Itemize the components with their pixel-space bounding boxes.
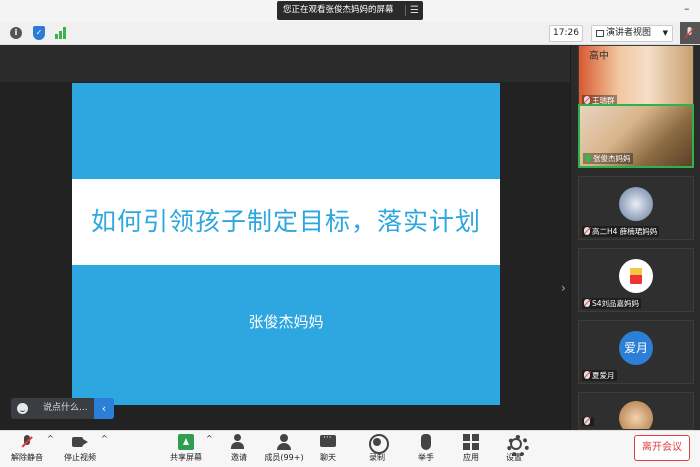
mic-muted-icon bbox=[584, 417, 590, 425]
mic-muted-icon bbox=[584, 371, 590, 379]
participant-name: 高二H4 薛楠珺妈妈 bbox=[582, 226, 660, 237]
chat-input[interactable]: 说点什么... bbox=[43, 398, 88, 419]
presentation-slide: 如何引领孩子制定目标，落实计划 张俊杰妈妈 bbox=[72, 83, 500, 405]
fries-avatar bbox=[619, 259, 653, 293]
participant-tile[interactable]: 高中 王瑞群 bbox=[578, 45, 694, 109]
mic-muted-icon bbox=[584, 227, 590, 235]
members-label: 成员(99+) bbox=[264, 453, 304, 462]
shared-screen-area: 如何引领孩子制定目标，落实计划 张俊杰妈妈 说点什么... ‹ › bbox=[0, 45, 570, 430]
participant-name: 张俊杰妈妈 bbox=[583, 153, 633, 164]
avatar: 爱月 bbox=[619, 331, 653, 365]
video-overlay-text: 高中 bbox=[589, 51, 609, 62]
meeting-info-row: i ✓ 17:26 演讲者视图 ▼ bbox=[0, 22, 700, 45]
apps-icon bbox=[463, 434, 479, 450]
slide-title-band: 如何引领孩子制定目标，落实计划 bbox=[72, 179, 500, 265]
leave-meeting-button[interactable]: 离开会议 bbox=[634, 435, 690, 461]
chevron-down-icon: ▼ bbox=[662, 29, 668, 37]
add-user-icon bbox=[231, 434, 247, 450]
participant-tile[interactable]: S4刘品嘉妈妈 bbox=[578, 248, 694, 312]
hand-icon bbox=[418, 434, 434, 450]
share-screen-icon bbox=[178, 434, 194, 450]
record-label: 录制 bbox=[369, 453, 385, 462]
participant-tile[interactable]: 爱月 夏爱月 bbox=[578, 320, 694, 384]
participant-name bbox=[582, 417, 594, 426]
invite-label: 邀请 bbox=[231, 453, 247, 462]
unmute-label: 解除静音 bbox=[11, 453, 43, 462]
share-screen-label: 共享屏幕 bbox=[170, 453, 202, 462]
chat-icon bbox=[320, 433, 336, 450]
top-bar: 您正在观看张俊杰妈妈的屏幕 ☰ – bbox=[0, 0, 700, 22]
share-banner-text: 您正在观看张俊杰妈妈的屏幕 bbox=[283, 5, 394, 15]
view-mode-dropdown[interactable]: 演讲者视图 ▼ bbox=[591, 25, 673, 42]
share-screen-button[interactable]: 共享屏幕 bbox=[168, 434, 204, 463]
view-mode-label: 演讲者视图 bbox=[606, 28, 652, 38]
unmute-button[interactable]: 解除静音 bbox=[10, 434, 44, 463]
meeting-timer: 17:26 bbox=[549, 25, 583, 42]
info-icon[interactable]: i bbox=[10, 27, 22, 39]
shield-icon[interactable]: ✓ bbox=[33, 26, 45, 40]
gear-icon bbox=[506, 434, 529, 457]
snowflake-avatar bbox=[619, 187, 653, 221]
chat-label: 聊天 bbox=[320, 453, 336, 462]
flower-avatar bbox=[619, 401, 653, 429]
participant-name: S4刘品嘉妈妈 bbox=[582, 298, 642, 309]
camera-icon bbox=[72, 434, 88, 450]
screen-share-banner[interactable]: 您正在观看张俊杰妈妈的屏幕 ☰ bbox=[277, 1, 423, 20]
sidebar-toggle-button[interactable] bbox=[680, 22, 700, 44]
mic-muted-icon bbox=[685, 27, 694, 39]
menu-icon[interactable]: ☰ bbox=[410, 1, 419, 20]
chevron-up-icon[interactable]: ^ bbox=[101, 434, 108, 443]
stop-video-button[interactable]: 停止视频 bbox=[62, 434, 98, 463]
members-icon bbox=[276, 434, 292, 450]
chevron-up-icon[interactable]: ^ bbox=[47, 434, 54, 443]
participant-tile[interactable]: 高二H4 薛楠珺妈妈 bbox=[578, 176, 694, 240]
mic-muted-icon bbox=[19, 434, 35, 450]
quick-chat-bar[interactable]: 说点什么... ‹ bbox=[11, 398, 114, 419]
settings-button[interactable]: 设置 bbox=[504, 434, 529, 463]
meeting-toolbar: 解除静音 ^ 停止视频 ^ 共享屏幕 ^ 邀请 成员(99+) 聊天 录制 举手… bbox=[0, 430, 700, 467]
chevron-left-icon[interactable]: ‹ bbox=[94, 398, 114, 419]
participant-name: 夏爱月 bbox=[582, 370, 617, 381]
stop-video-label: 停止视频 bbox=[64, 453, 96, 462]
minimize-icon[interactable]: – bbox=[684, 2, 690, 15]
chevron-up-icon[interactable]: ^ bbox=[206, 434, 213, 443]
record-icon bbox=[369, 434, 389, 454]
grid-icon bbox=[596, 30, 604, 37]
chat-button[interactable]: 聊天 bbox=[318, 433, 338, 463]
slide-author: 张俊杰妈妈 bbox=[248, 313, 324, 331]
chevron-right-icon[interactable]: › bbox=[561, 281, 566, 295]
participant-panel: 高中 王瑞群 张俊杰妈妈 高二H4 薛楠珺妈妈 S4刘品嘉妈妈 爱月 夏爱月 bbox=[571, 45, 700, 430]
apps-button[interactable]: 应用 bbox=[461, 434, 481, 463]
invite-button[interactable]: 邀请 bbox=[227, 434, 251, 463]
stage-header-strip bbox=[0, 45, 570, 82]
members-button[interactable]: 成员(99+) bbox=[262, 434, 306, 463]
raise-hand-button[interactable]: 举手 bbox=[416, 434, 436, 463]
slide-title: 如何引领孩子制定目标，落实计划 bbox=[90, 207, 481, 236]
mic-muted-icon bbox=[584, 299, 590, 307]
signal-icon[interactable] bbox=[55, 27, 69, 39]
apps-label: 应用 bbox=[463, 453, 479, 462]
banner-divider bbox=[405, 5, 406, 16]
raise-hand-label: 举手 bbox=[418, 453, 434, 462]
participant-tile-active[interactable]: 张俊杰妈妈 bbox=[578, 104, 694, 168]
participant-tile[interactable] bbox=[578, 392, 694, 430]
mic-active-icon bbox=[585, 154, 591, 162]
mic-muted-icon bbox=[584, 96, 590, 104]
emoji-icon[interactable] bbox=[17, 403, 28, 414]
record-button[interactable]: 录制 bbox=[367, 434, 389, 463]
